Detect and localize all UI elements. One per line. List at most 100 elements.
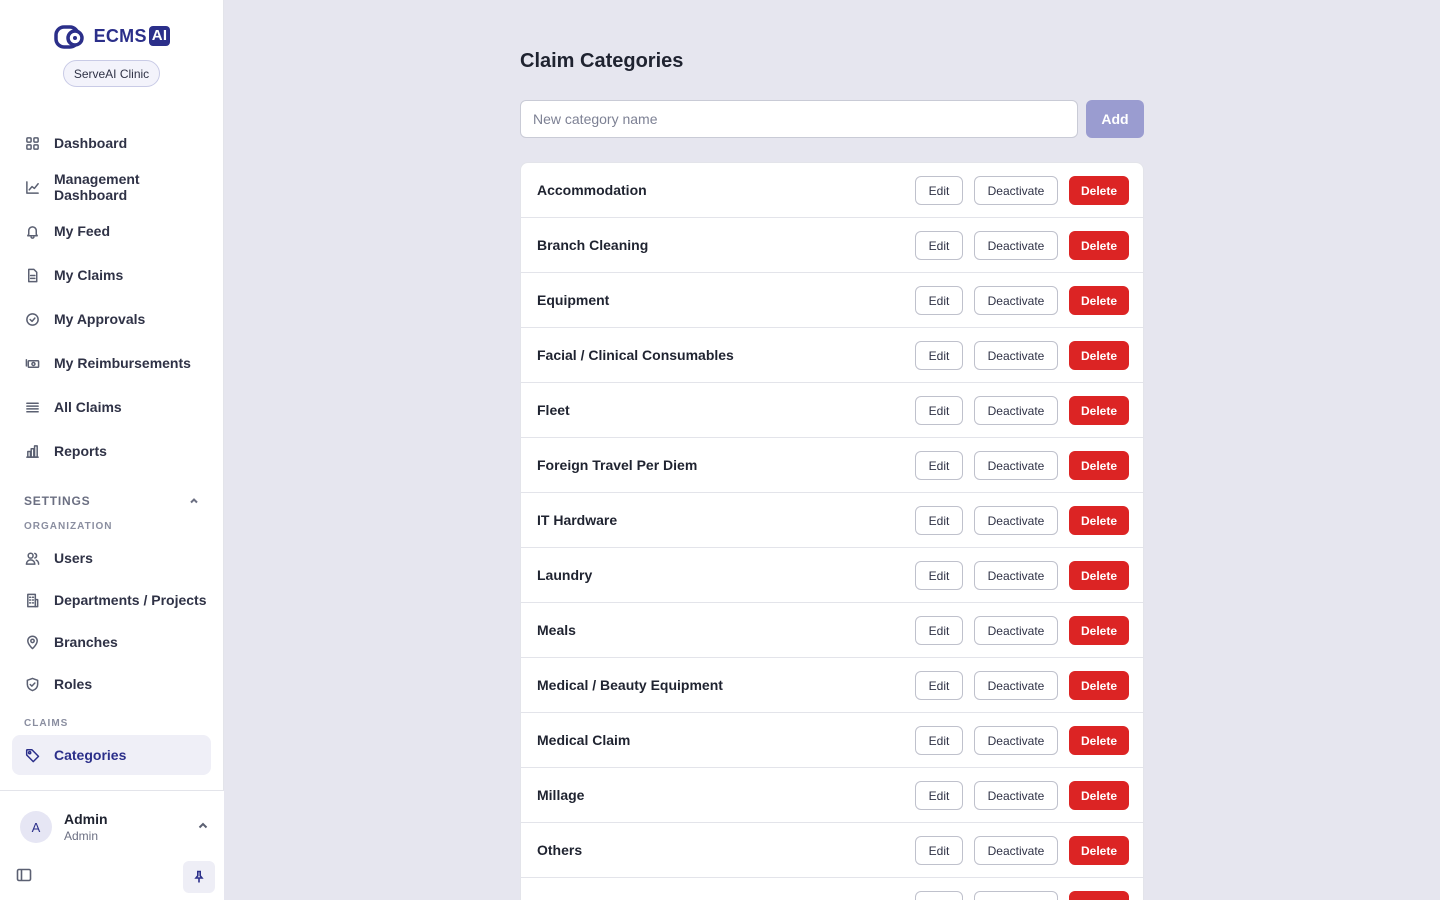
nav-label: Management Dashboard: [54, 171, 140, 203]
edit-button[interactable]: Edit: [915, 726, 963, 755]
category-row: Accommodation Edit Deactivate Delete: [521, 163, 1143, 218]
edit-button[interactable]: Edit: [915, 671, 963, 700]
organization-subsection-label: ORGANIZATION: [24, 521, 113, 532]
pin-icon: [194, 870, 204, 883]
nav-label: Users: [54, 550, 93, 566]
deactivate-button[interactable]: Deactivate: [974, 616, 1058, 645]
users-icon: [24, 550, 40, 566]
category-row: Facial / Clinical Consumables Edit Deactiv…: [521, 328, 1143, 383]
edit-button[interactable]: Edit: [915, 836, 963, 865]
delete-button[interactable]: Delete: [1069, 671, 1129, 700]
edit-button[interactable]: Edit: [915, 561, 963, 590]
nav-dashboard[interactable]: Dashboard: [12, 123, 211, 163]
nav-my-reimbursements[interactable]: My Reimbursements: [12, 343, 211, 383]
nav-branches[interactable]: Branches: [12, 622, 211, 662]
category-name: Fleet: [537, 402, 570, 418]
deactivate-button[interactable]: Deactivate: [974, 671, 1058, 700]
nav-categories[interactable]: Categories: [12, 735, 211, 775]
delete-button[interactable]: Delete: [1069, 616, 1129, 645]
edit-button[interactable]: Edit: [915, 231, 963, 260]
delete-button[interactable]: Delete: [1069, 506, 1129, 535]
deactivate-button[interactable]: Deactivate: [974, 781, 1058, 810]
deactivate-button[interactable]: Deactivate: [974, 176, 1058, 205]
nav-management-dashboard[interactable]: Management Dashboard: [12, 167, 211, 207]
edit-button[interactable]: Edit: [915, 451, 963, 480]
delete-button[interactable]: Delete: [1069, 341, 1129, 370]
building-icon: [24, 592, 40, 608]
category-row: Medical Claim Edit Deactivate Delete: [521, 713, 1143, 768]
delete-button[interactable]: Delete: [1069, 561, 1129, 590]
add-category-button[interactable]: Add: [1086, 100, 1144, 138]
edit-button[interactable]: Edit: [915, 616, 963, 645]
category-row: Others Edit Deactivate Delete: [521, 823, 1143, 878]
edit-button[interactable]: Edit: [915, 341, 963, 370]
delete-button[interactable]: Delete: [1069, 286, 1129, 315]
category-row: Branch Cleaning Edit Deactivate Delete: [521, 218, 1143, 273]
delete-button[interactable]: Delete: [1069, 451, 1129, 480]
avatar: A: [20, 811, 52, 843]
user-menu[interactable]: A Admin Admin: [20, 809, 210, 845]
nav-label: Reports: [54, 443, 107, 459]
deactivate-button[interactable]: Deactivate: [974, 506, 1058, 535]
delete-button[interactable]: Delete: [1069, 781, 1129, 810]
deactivate-button[interactable]: Deactivate: [974, 396, 1058, 425]
user-role: Admin: [64, 829, 99, 843]
nav-my-approvals[interactable]: My Approvals: [12, 299, 211, 339]
nav-my-claims[interactable]: My Claims: [12, 255, 211, 295]
category-name: Facial / Clinical Consumables: [537, 347, 734, 363]
settings-section-title: SETTINGS: [24, 494, 91, 508]
line-chart-icon: [24, 179, 40, 195]
nav-roles[interactable]: Roles: [12, 664, 211, 704]
organization-badge[interactable]: ServeAI Clinic: [63, 60, 160, 87]
delete-button[interactable]: Delete: [1069, 231, 1129, 260]
nav-label: Roles: [54, 676, 93, 692]
delete-button[interactable]: Delete: [1069, 396, 1129, 425]
deactivate-button[interactable]: Deactivate: [974, 891, 1058, 900]
category-name: Millage: [537, 787, 585, 803]
category-row: Fleet Edit Deactivate Delete: [521, 383, 1143, 438]
deactivate-button[interactable]: Deactivate: [974, 451, 1058, 480]
deactivate-button[interactable]: Deactivate: [974, 836, 1058, 865]
sidebar: ECMS AI ServeAI Clinic Dashboard Managem…: [0, 0, 224, 900]
deactivate-button[interactable]: Deactivate: [974, 726, 1058, 755]
category-row: Meals Edit Deactivate Delete: [521, 603, 1143, 658]
settings-section-header[interactable]: SETTINGS: [24, 494, 200, 508]
category-row: Equipment Edit Deactivate Delete: [521, 273, 1143, 328]
deactivate-button[interactable]: Deactivate: [974, 341, 1058, 370]
nav-label: Categories: [54, 747, 127, 763]
category-name: Medical Claim: [537, 732, 631, 748]
nav-label: Branches: [54, 634, 118, 650]
delete-button[interactable]: Delete: [1069, 726, 1129, 755]
category-list: Accommodation Edit Deactivate Delete Branch …: [520, 162, 1144, 900]
delete-button[interactable]: Delete: [1069, 891, 1129, 900]
sidebar-footer: A Admin Admin: [0, 790, 224, 900]
delete-button[interactable]: Delete: [1069, 176, 1129, 205]
category-name: Meals: [537, 622, 576, 638]
nav-departments-projects[interactable]: Departments / Projects: [12, 580, 211, 620]
nav-users[interactable]: Users: [12, 538, 211, 578]
delete-button[interactable]: Delete: [1069, 836, 1129, 865]
brand-name: ECMS: [93, 25, 147, 46]
edit-button[interactable]: Edit: [915, 396, 963, 425]
shield-check-icon: [24, 676, 40, 692]
deactivate-button[interactable]: Deactivate: [974, 286, 1058, 315]
deactivate-button[interactable]: Deactivate: [974, 231, 1058, 260]
deactivate-button[interactable]: Deactivate: [974, 561, 1058, 590]
cash-icon: [24, 355, 40, 371]
nav-reports[interactable]: Reports: [12, 431, 211, 471]
chevron-up-icon[interactable]: [196, 819, 210, 833]
category-row: Medical / Beauty Equipment Edit Deactivate…: [521, 658, 1143, 713]
nav-my-feed[interactable]: My Feed: [12, 211, 211, 251]
edit-button[interactable]: Edit: [915, 506, 963, 535]
sidebar-toggle-icon[interactable]: [16, 867, 34, 885]
edit-button[interactable]: Edit: [915, 781, 963, 810]
brand-logo[interactable]: ECMS AI: [0, 22, 224, 50]
category-name: Medical / Beauty Equipment: [537, 677, 723, 693]
nav-all-claims[interactable]: All Claims: [12, 387, 211, 427]
new-category-input[interactable]: [520, 100, 1078, 138]
check-circle-icon: [24, 311, 40, 327]
edit-button[interactable]: Edit: [915, 176, 963, 205]
pin-sidebar-button[interactable]: [183, 861, 215, 893]
edit-button[interactable]: Edit: [915, 891, 963, 900]
edit-button[interactable]: Edit: [915, 286, 963, 315]
